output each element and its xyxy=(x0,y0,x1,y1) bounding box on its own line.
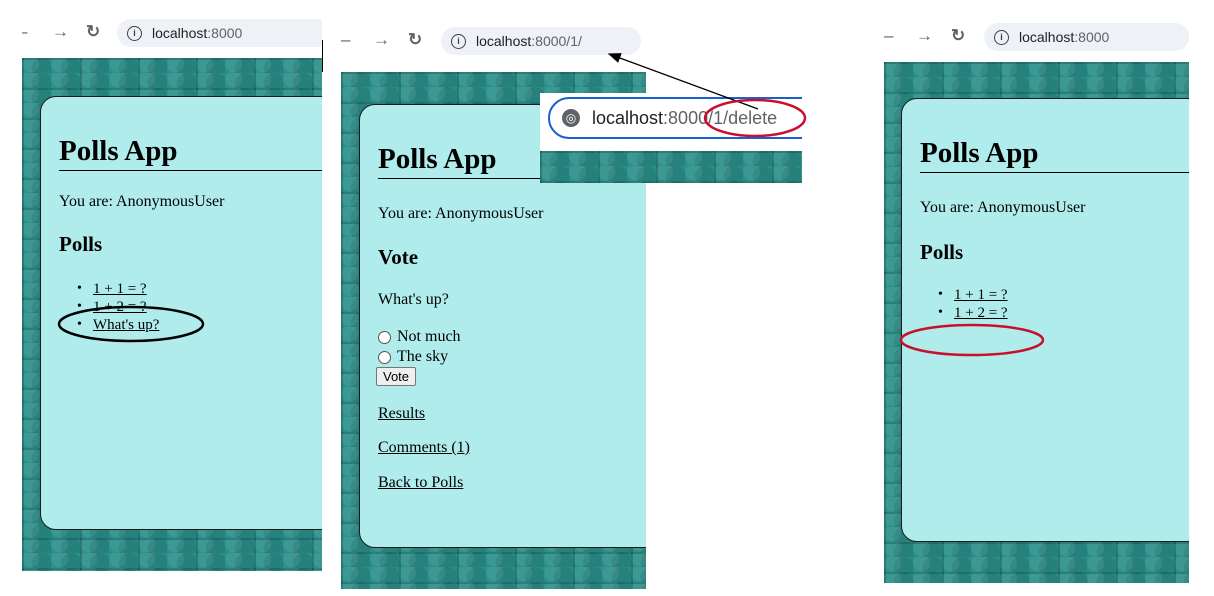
zoomed-address-bar[interactable]: ◎ localhost:8000/1/delete xyxy=(548,97,802,139)
back-to-polls-link[interactable]: Back to Polls xyxy=(378,474,463,492)
comments-link[interactable]: Comments (1) xyxy=(378,439,470,457)
page-background xyxy=(540,151,802,183)
black-highlight-ellipse xyxy=(57,305,205,343)
choice-option[interactable]: The sky xyxy=(378,348,448,366)
zoomed-address-bar-inset: ◎ localhost:8000/1/delete xyxy=(540,93,802,183)
results-link[interactable]: Results xyxy=(378,405,425,423)
annotation-layer xyxy=(57,305,205,343)
info-icon[interactable]: i xyxy=(451,33,466,49)
browser-toolbar: – → ↻ i localhost:8000/1/ xyxy=(341,22,646,60)
choice-label: Not much xyxy=(397,328,461,345)
back-arrow-icon[interactable]: – xyxy=(341,30,350,50)
zoomed-url-text: localhost:8000/1/delete xyxy=(592,107,778,128)
radio-button[interactable] xyxy=(378,350,391,364)
forward-arrow-icon[interactable]: → xyxy=(373,30,390,50)
poll-question: What's up? xyxy=(378,291,449,308)
panel-divider xyxy=(322,40,323,72)
radio-button[interactable] xyxy=(378,330,391,344)
choice-label: The sky xyxy=(397,348,449,365)
url-text: localhost:8000/1/ xyxy=(476,33,582,49)
screenshot-panel-3: – → ↻ i localhost:8000 Polls App You are… xyxy=(884,18,1189,583)
screenshot-panel-1: – → ↻ i localhost:8000 Polls App You are… xyxy=(22,14,322,571)
address-bar[interactable]: i localhost:8000/1/ xyxy=(441,27,641,55)
annotation-layer xyxy=(899,323,1045,357)
globe-icon[interactable]: ◎ xyxy=(562,109,580,127)
reload-icon[interactable]: ↻ xyxy=(408,30,422,50)
choice-option[interactable]: Not much xyxy=(378,328,461,346)
vote-button[interactable]: Vote xyxy=(376,367,417,386)
user-status: You are: AnonymousUser xyxy=(378,205,544,222)
red-empty-slot-ellipse xyxy=(899,323,1045,357)
section-heading: Vote xyxy=(378,245,419,269)
